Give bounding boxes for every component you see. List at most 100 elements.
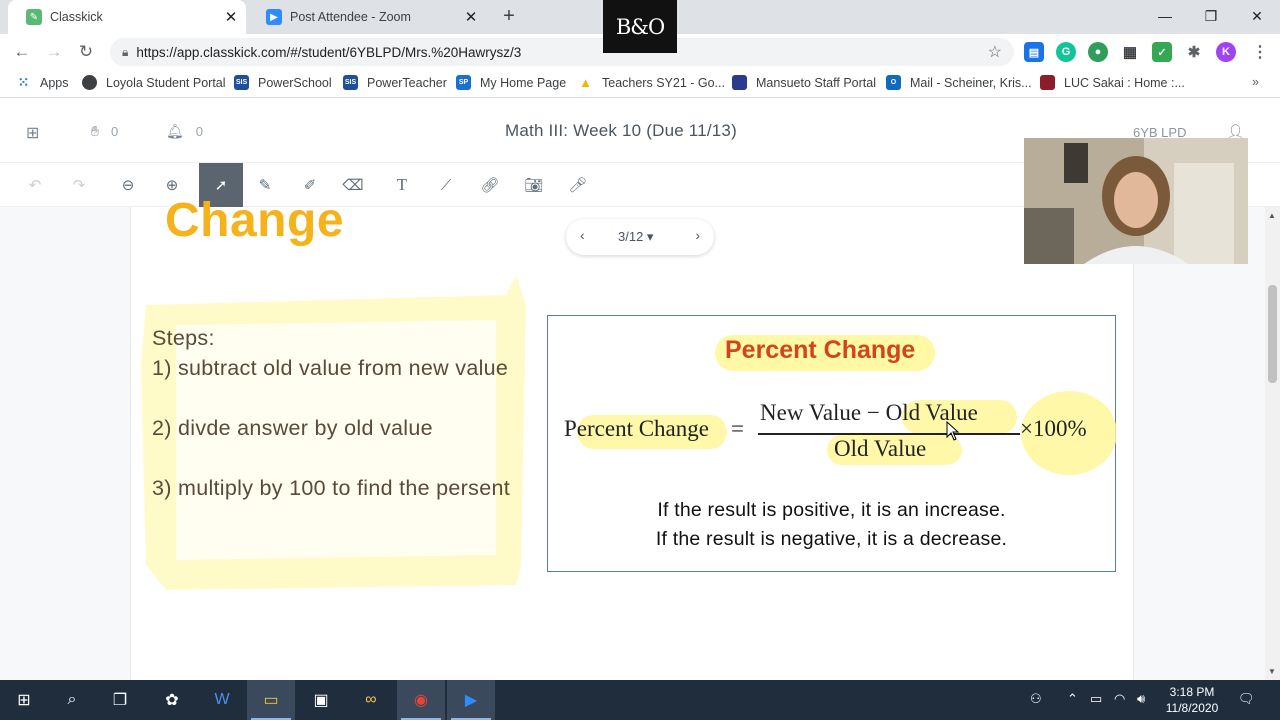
volume-icon[interactable]: 🔊︎ <box>1137 691 1145 707</box>
text-icon[interactable]: T <box>380 163 424 207</box>
people-icon[interactable]: ⚇ <box>1030 691 1042 707</box>
formula-denominator: Old Value <box>834 436 927 461</box>
chrome-icon[interactable]: ◉ <box>397 680 445 720</box>
formula-equals: = <box>731 416 744 441</box>
chevron-left-icon[interactable]: ‹ <box>580 227 585 243</box>
word-icon[interactable]: W <box>198 680 246 720</box>
bookmark-mansueto-portal[interactable]: Mansueto Staff Portal <box>732 75 876 90</box>
window-close-button[interactable]: ✕ <box>1234 0 1280 32</box>
grid-menu-icon[interactable]: ⊞ <box>26 123 39 143</box>
extension-green-icon[interactable]: ● <box>1088 42 1108 62</box>
portal-icon <box>732 75 747 90</box>
sis-icon: SIS <box>234 75 249 90</box>
scroll-up-icon[interactable]: ▲ <box>1268 211 1276 220</box>
bookmark-my-home-page[interactable]: SP My Home Page <box>456 75 566 90</box>
step-1: 1) subtract old value from new value <box>152 356 509 380</box>
bookmark-loyola-portal[interactable]: Loyola Student Portal <box>82 75 226 90</box>
tab-zoom[interactable]: ▶ Post Attendee - Zoom ✕ <box>248 0 486 34</box>
notification-counter[interactable]: 🔔︎ 0 <box>166 123 203 140</box>
bookmark-mail[interactable]: O Mail - Scheiner, Kris... <box>886 75 1032 90</box>
fraction-bar <box>758 433 1020 435</box>
bookmark-luc-sakai[interactable]: LUC Sakai : Home :... <box>1040 75 1185 90</box>
bookmark-apps[interactable]: ⁙ Apps <box>16 74 69 90</box>
more-bookmarks-icon[interactable]: » <box>1252 75 1259 89</box>
search-icon[interactable]: ⌕ <box>48 680 96 720</box>
raise-hand-counter[interactable]: ✋︎ 0 <box>91 123 118 140</box>
extensions-puzzle-icon[interactable]: ✱ <box>1184 42 1204 62</box>
extension-classkick-icon[interactable]: ✓ <box>1152 42 1172 62</box>
page-navigator: ‹ 3/12 ▾ › <box>566 219 714 255</box>
windows-taskbar: ⊞ ⌕ ❐ ✿ W ▭ ▣ ∞ ◉ ▶ ⚇ ⌃ ▭ ◠ 🔊︎ 3:18 PM 1… <box>0 680 1280 720</box>
sp-icon: SP <box>456 75 471 90</box>
bookmark-powerteacher[interactable]: SIS PowerTeacher <box>343 75 447 90</box>
assignment-title: Math III: Week 10 (Due 11/13) <box>505 121 737 140</box>
tray-chevron-up-icon[interactable]: ⌃ <box>1067 691 1078 707</box>
close-icon[interactable]: ✕ <box>462 8 480 26</box>
menu-kebab-icon[interactable]: ⋮ <box>1250 42 1270 62</box>
clock-date: 11/8/2020 <box>1165 701 1219 715</box>
wifi-icon[interactable]: ◠ <box>1114 691 1125 707</box>
forward-arrow-icon[interactable]: → <box>41 39 67 65</box>
result-positive-text: If the result is positive, it is an incr… <box>657 499 1006 521</box>
reload-icon[interactable]: ↻ <box>73 39 99 65</box>
url-bar[interactable]: 🔒︎ https://app.classkick.com/#/student/6… <box>110 38 1014 66</box>
percent-change-heading: Percent Change <box>725 336 916 364</box>
steps-heading: Steps: <box>152 326 215 350</box>
tab-title: Classkick <box>50 10 103 24</box>
chevron-right-icon[interactable]: › <box>695 227 700 243</box>
bookmarks-bar: ⁙ Apps Loyola Student Portal SIS PowerSc… <box>0 70 1280 98</box>
close-icon[interactable]: ✕ <box>222 8 240 26</box>
result-negative-text: If the result is negative, it is a decre… <box>655 528 1008 550</box>
app-window-icon[interactable]: ▣ <box>297 680 345 720</box>
extension-grid-icon[interactable]: ▦ <box>1120 42 1140 62</box>
file-explorer-icon[interactable]: ▭ <box>247 680 295 720</box>
zoom-app-icon[interactable]: ▶ <box>447 680 495 720</box>
globe-icon <box>82 75 97 90</box>
app-globe-icon[interactable]: ✿ <box>148 680 196 720</box>
minimize-button[interactable]: — <box>1142 0 1188 32</box>
battery-icon[interactable]: ▭ <box>1090 691 1102 707</box>
step-2: 2) divde answer by old value <box>152 416 433 440</box>
extension-grammarly-icon[interactable]: G <box>1056 42 1076 62</box>
clock-time: 3:18 PM <box>1169 685 1215 699</box>
camera-icon[interactable]: 📷︎ <box>512 163 556 207</box>
link-icon[interactable]: 🔗︎ <box>468 163 512 207</box>
zoom-video-thumbnail[interactable] <box>1024 138 1248 264</box>
bookmark-powerschool[interactable]: SIS PowerSchool <box>234 75 332 90</box>
bang-olufsen-logo: B&O <box>603 0 677 53</box>
tab-classkick[interactable]: ✎ Classkick ✕ <box>8 0 246 34</box>
zoom-out-icon[interactable]: ⊖ <box>106 163 150 207</box>
back-arrow-icon[interactable]: ← <box>9 39 35 65</box>
restore-button[interactable]: ❐ <box>1188 0 1234 32</box>
zoom-favicon-icon: ▶ <box>266 9 282 25</box>
bookmark-teachers-sy21[interactable]: ▲ Teachers SY21 - Go... <box>578 75 725 90</box>
page-indicator[interactable]: 3/12 ▾ <box>618 229 653 245</box>
redo-icon[interactable]: ↷ <box>57 163 101 207</box>
microphone-icon[interactable]: 🎤︎ <box>556 163 600 207</box>
outlook-icon: O <box>886 75 901 90</box>
undo-icon[interactable]: ↶ <box>13 163 57 207</box>
scroll-down-icon[interactable]: ▼ <box>1268 667 1276 676</box>
google-drive-icon: ▲ <box>579 75 592 90</box>
windows-start-icon[interactable]: ⊞ <box>0 680 48 720</box>
extension-translate-icon[interactable]: ▤ <box>1024 42 1044 62</box>
step-3: 3) multiply by 100 to find the persent <box>152 476 510 500</box>
steps-list: Steps: 1) subtract old value from new va… <box>152 323 532 503</box>
bell-icon: 🔔︎ <box>166 123 184 139</box>
formula-multiplier: ×100% <box>1020 416 1087 441</box>
hand-icon: ✋︎ <box>91 123 99 139</box>
task-view-icon[interactable]: ❐ <box>96 680 144 720</box>
notifications-icon[interactable]: 🗨︎ <box>1238 691 1255 707</box>
new-tab-button[interactable]: + <box>498 6 520 28</box>
bookmark-star-icon[interactable]: ☆ <box>988 42 1002 62</box>
system-clock[interactable]: 3:18 PM 11/8/2020 <box>1158 684 1226 716</box>
scrollbar-thumb[interactable] <box>1268 285 1277 383</box>
url-text: https://app.classkick.com/#/student/6YBL… <box>136 44 522 60</box>
mouse-cursor-icon <box>946 421 960 441</box>
apps-grid-icon: ⁙ <box>17 74 30 90</box>
vertical-scrollbar[interactable]: ▲ ▼ <box>1265 207 1280 680</box>
app-glasses-icon[interactable]: ∞ <box>347 680 395 720</box>
lock-icon: 🔒︎ <box>122 44 129 59</box>
profile-avatar[interactable]: K <box>1216 42 1236 62</box>
line-icon[interactable]: ⟋ <box>424 163 468 207</box>
